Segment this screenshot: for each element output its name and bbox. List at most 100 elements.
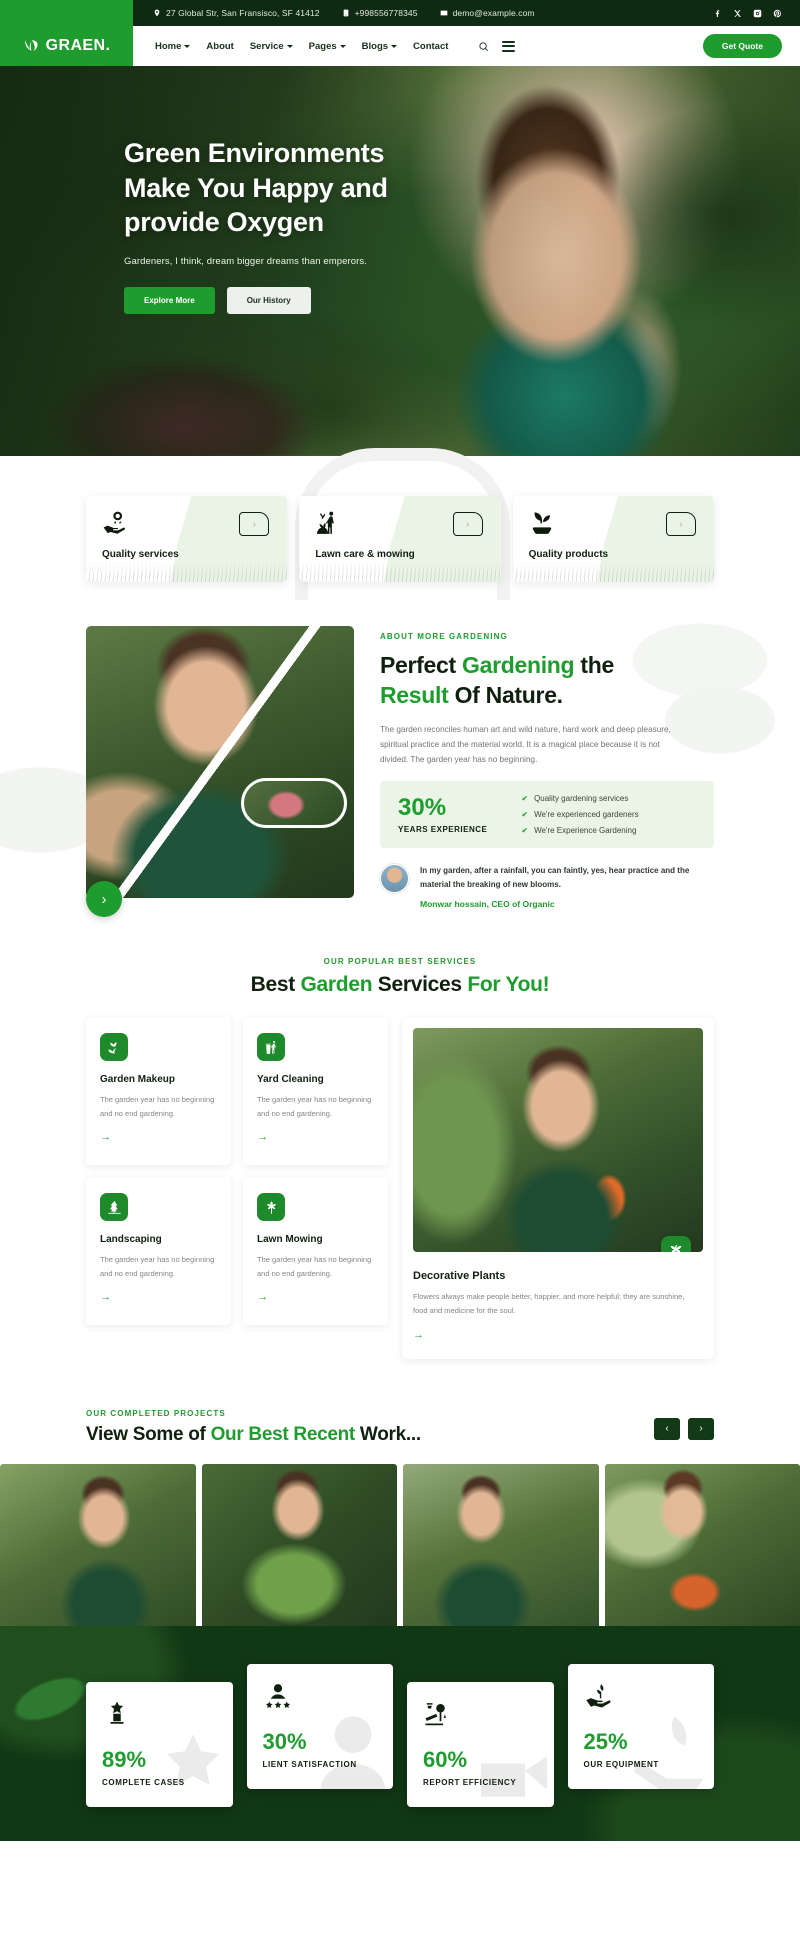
instagram-icon[interactable] bbox=[753, 9, 762, 18]
feature-card-arrow-button[interactable]: › bbox=[239, 512, 270, 536]
about-next-button[interactable]: › bbox=[86, 881, 122, 918]
facebook-icon[interactable] bbox=[713, 9, 722, 18]
service-feature-image bbox=[413, 1028, 703, 1253]
topbar-email[interactable]: demo@example.com bbox=[440, 8, 535, 18]
service-card-arrow-link[interactable]: → bbox=[100, 1131, 111, 1143]
nav-links: Home About Service Pages Blogs Contact bbox=[133, 26, 516, 66]
nav-tools bbox=[478, 40, 516, 52]
trash-person-icon bbox=[265, 1040, 276, 1054]
about-paragraph: The garden reconciles human art and wild… bbox=[380, 724, 671, 765]
feature-cards-section: Quality services › Lawn care & mowing › … bbox=[0, 448, 800, 818]
service-card-desc: The garden year has no beginning and no … bbox=[257, 1255, 372, 1278]
chevron-down-icon bbox=[339, 44, 346, 48]
services-heading-highlight-2: For You! bbox=[467, 973, 550, 997]
check-label: We're Experience Gardening bbox=[534, 826, 637, 836]
chevron-down-icon bbox=[286, 44, 293, 48]
hero-title-line-1: Green Environments bbox=[124, 138, 385, 168]
nav-item-pages[interactable]: Pages bbox=[309, 41, 346, 52]
hero-content: Green Environments Make You Happy and pr… bbox=[0, 66, 800, 314]
project-thumbnail-4[interactable] bbox=[604, 1463, 800, 1634]
about-heading-highlight-2: Result bbox=[380, 682, 449, 709]
sprout-icon bbox=[532, 512, 551, 534]
nav-item-blogs[interactable]: Blogs bbox=[362, 41, 398, 52]
brand-logo[interactable]: GRAEN. bbox=[0, 26, 133, 66]
topbar-address: 27 Global Str, San Fransisco, SF 41412 bbox=[153, 8, 320, 18]
service-card-title: Lawn Mowing bbox=[257, 1234, 323, 1246]
service-card-lawn-mowing[interactable]: Lawn Mowing The garden year has no begin… bbox=[243, 1177, 388, 1326]
testimonial-text: In my garden, after a rainfall, you can … bbox=[420, 866, 690, 890]
nav-item-contact[interactable]: Contact bbox=[413, 41, 448, 52]
service-card-landscaping[interactable]: Landscaping The garden year has no begin… bbox=[86, 1177, 231, 1326]
feature-card-quality-products[interactable]: Quality products › bbox=[512, 496, 714, 582]
service-feature-card[interactable]: Decorative Plants Flowers always make pe… bbox=[402, 1017, 714, 1359]
counter-cards: 89% COMPLETE CASES 30% LIENT SATISFACTIO… bbox=[86, 1663, 714, 1807]
about-heading-part-3: Of Nature. bbox=[448, 682, 564, 709]
our-history-button[interactable]: Our History bbox=[226, 286, 311, 314]
award-hand-icon bbox=[103, 511, 125, 534]
list-item: ✔ We're Experience Gardening bbox=[521, 826, 638, 835]
nav-item-service[interactable]: Service bbox=[250, 41, 293, 52]
tree-landscape-icon bbox=[107, 1200, 121, 1214]
service-card-garden-makeup[interactable]: Garden Makeup The garden year has no beg… bbox=[86, 1017, 231, 1166]
avatar bbox=[380, 864, 409, 894]
nav-item-service-label: Service bbox=[249, 40, 284, 52]
service-icon-wrap bbox=[257, 1033, 285, 1062]
explore-more-button[interactable]: Explore More bbox=[124, 286, 215, 314]
feature-card-quality-services[interactable]: Quality services › bbox=[86, 496, 288, 582]
nav-item-home[interactable]: Home bbox=[155, 41, 191, 52]
feature-card-arrow-button[interactable]: › bbox=[665, 512, 696, 536]
feature-card-lawn-care[interactable]: Lawn care & mowing › bbox=[299, 496, 501, 582]
services-eyebrow: OUR POPULAR BEST SERVICES bbox=[323, 957, 477, 967]
menu-toggle-icon[interactable] bbox=[502, 40, 516, 52]
hero-subtitle: Gardeners, I think, dream bigger dreams … bbox=[124, 255, 368, 267]
about-stats-panel: 30% YEARS EXPERIENCE ✔ Quality gardening… bbox=[380, 781, 714, 849]
services-grid: Garden Makeup The garden year has no beg… bbox=[0, 997, 800, 1359]
hero-section: Green Environments Make You Happy and pr… bbox=[0, 66, 800, 456]
feature-cards: Quality services › Lawn care & mowing › … bbox=[0, 496, 800, 582]
project-thumbnail-3[interactable] bbox=[403, 1463, 599, 1634]
feature-card-arrow-button[interactable]: › bbox=[452, 512, 483, 536]
nav-item-about[interactable]: About bbox=[206, 41, 233, 52]
nav-cta-wrap: Get Quote bbox=[702, 26, 800, 66]
service-card-arrow-link[interactable]: → bbox=[257, 1131, 268, 1143]
check-icon: ✔ bbox=[521, 826, 529, 836]
projects-carousel-nav: ‹ › bbox=[654, 1417, 714, 1446]
list-item: ✔ We're experienced gardeners bbox=[521, 810, 638, 819]
project-thumbnail-2[interactable] bbox=[201, 1463, 397, 1634]
search-icon[interactable] bbox=[478, 41, 489, 52]
services-heading-part-1: Best bbox=[250, 973, 301, 997]
topbar-phone[interactable]: +998556778345 bbox=[342, 8, 418, 18]
service-icon-wrap bbox=[100, 1033, 128, 1062]
leaf-sprout-icon bbox=[107, 1041, 116, 1054]
service-card-arrow-link[interactable]: → bbox=[100, 1291, 111, 1303]
projects-header-text: OUR COMPLETED PROJECTS View Some of Our … bbox=[86, 1409, 421, 1446]
counter-value: 60% bbox=[423, 1746, 468, 1772]
service-cards: Garden Makeup The garden year has no beg… bbox=[86, 1017, 388, 1326]
pinterest-icon[interactable] bbox=[773, 9, 782, 18]
service-card-title: Landscaping bbox=[100, 1234, 162, 1246]
projects-prev-button[interactable]: ‹ bbox=[654, 1417, 680, 1440]
topbar-address-text: 27 Global Str, San Fransisco, SF 41412 bbox=[166, 8, 320, 18]
about-photo bbox=[86, 626, 354, 898]
gardener-icon bbox=[317, 511, 335, 534]
projects-eyebrow: OUR COMPLETED PROJECTS bbox=[86, 1408, 226, 1418]
about-photo-divider bbox=[86, 626, 354, 898]
counter-label: COMPLETE CASES bbox=[102, 1777, 185, 1787]
nav-item-contact-label: Contact bbox=[413, 40, 449, 52]
service-feature-arrow-link[interactable]: → bbox=[413, 1329, 424, 1341]
list-item: ✔ Quality gardening services bbox=[521, 794, 638, 803]
get-quote-button[interactable]: Get Quote bbox=[702, 34, 782, 58]
service-card-desc: The garden year has no beginning and no … bbox=[100, 1255, 215, 1278]
service-feature-title: Decorative Plants bbox=[413, 1270, 506, 1283]
check-label: We're experienced gardeners bbox=[534, 810, 639, 820]
service-card-arrow-link[interactable]: → bbox=[257, 1291, 268, 1303]
about-stat-number: 30% bbox=[398, 793, 447, 821]
x-twitter-icon[interactable] bbox=[733, 9, 742, 18]
projects-next-button[interactable]: › bbox=[688, 1417, 714, 1440]
brand-name: GRAEN. bbox=[45, 37, 111, 54]
project-thumbnail-1[interactable] bbox=[0, 1463, 196, 1634]
projects-thumbnail-strip bbox=[0, 1463, 800, 1634]
projects-heading: View Some of Our Best Recent Work... bbox=[86, 1424, 421, 1446]
service-card-yard-cleaning[interactable]: Yard Cleaning The garden year has no beg… bbox=[243, 1017, 388, 1166]
about-photo-inset bbox=[241, 778, 347, 828]
